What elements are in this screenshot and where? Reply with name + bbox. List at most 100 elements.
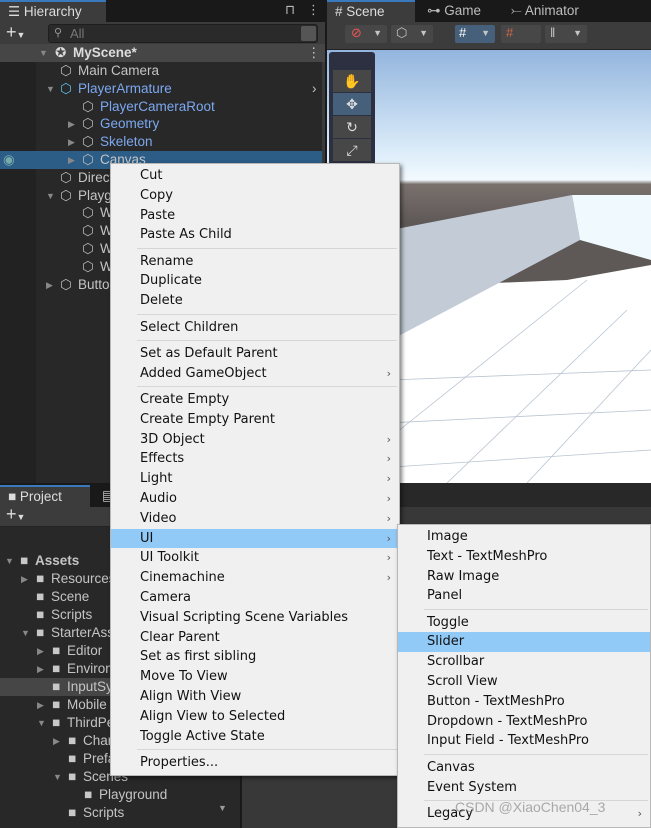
menu-item[interactable]: Properties... [111,753,399,773]
project-item[interactable]: ■ Scripts [0,804,240,822]
scroll-down-icon[interactable]: ▼ [218,803,227,813]
add-button[interactable]: +▼ [6,22,25,43]
grid-snap-button[interactable]: # ▼ [455,25,495,43]
menu-item[interactable]: Rename [111,252,399,272]
menu-item[interactable]: Audio › [111,489,399,509]
menu-item[interactable]: Toggle Active State [111,727,399,747]
folder-icon: ■ [68,805,77,820]
menu-item[interactable]: Select Children [111,318,399,338]
gameobject-icon: ⬡ [82,152,94,167]
expanded-arrow-icon[interactable]: ▼ [46,187,55,205]
submenu-arrow-icon: › [386,511,391,525]
hierarchy-item[interactable]: ⬡ PlayerCameraRoot [0,98,325,116]
visibility-eye-icon[interactable]: ◉ [3,151,15,169]
collapsed-arrow-icon[interactable]: ▶ [37,660,44,678]
menu-item[interactable]: Effects › [111,449,399,469]
scene-header[interactable]: ▼ ✪ MyScene* ⋮ [0,44,325,62]
create-button[interactable]: +▼ [6,504,25,525]
scene-menu-icon[interactable]: ⋮ [307,44,321,62]
tab-animator[interactable]: ⤚ Animator [503,0,587,22]
menu-item[interactable]: Slider [398,632,650,653]
tab-game[interactable]: ⊶ Game [419,0,489,22]
menu-item[interactable]: Light › [111,469,399,489]
expanded-arrow-icon[interactable]: ▼ [53,768,62,786]
menu-item[interactable]: Scrollbar [398,652,650,672]
expanded-arrow-icon[interactable]: ▼ [46,80,55,98]
menu-item[interactable]: Event System [398,778,650,798]
search-input[interactable]: ⚲ All [48,24,318,43]
hierarchy-item[interactable]: ▼ ⬡ PlayerArmature › [0,80,325,98]
menu-item[interactable]: Panel [398,586,650,606]
expanded-arrow-icon[interactable]: ▼ [21,624,30,642]
menu-item[interactable]: UI Toolkit › [111,548,399,568]
draw-mode-button[interactable]: ⬡ ▼ [391,25,433,43]
menu-item[interactable]: Set as Default Parent [111,344,399,364]
collapsed-arrow-icon[interactable]: ▶ [53,732,60,750]
collapsed-arrow-icon[interactable]: ▶ [68,151,75,169]
tab-hierarchy[interactable]: ☰ Hierarchy [0,0,106,22]
gameobject-icon: ⬡ [60,276,72,292]
menu-item[interactable]: Text - TextMeshPro [398,547,650,567]
snap-button[interactable]: # [501,25,541,43]
menu-item[interactable]: Video › [111,509,399,529]
scale-tool[interactable]: ⤢ [333,139,371,161]
menu-item[interactable]: Visual Scripting Scene Variables [111,608,399,628]
collapsed-arrow-icon[interactable]: ▶ [68,115,75,133]
gamepad-icon: ⊶ [427,3,445,18]
menu-item[interactable]: Input Field - TextMeshPro [398,731,650,751]
folder-icon: ■ [68,751,77,766]
collapsed-arrow-icon[interactable]: ▶ [68,133,75,151]
collapsed-arrow-icon[interactable]: ▶ [37,696,44,714]
increment-snap-button[interactable]: ‖ ▼ [545,25,587,43]
menu-item[interactable]: Copy [111,186,399,206]
gizmo-mode-button[interactable]: ⊘ ▼ [345,25,387,43]
search-by-type-icon[interactable] [301,26,316,41]
submenu-arrow-icon: › [386,491,391,505]
expanded-arrow-icon[interactable]: ▼ [5,552,14,570]
menu-item[interactable]: Toggle [398,613,650,633]
menu-item[interactable]: 3D Object › [111,430,399,450]
menu-item[interactable]: Scroll View [398,672,650,692]
collapse-arrow-icon[interactable]: ▼ [39,44,48,62]
menu-item[interactable]: Clear Parent [111,628,399,648]
open-prefab-icon[interactable]: › [312,80,317,98]
collapsed-arrow-icon[interactable]: ▶ [46,276,53,294]
menu-item[interactable]: Set as first sibling [111,647,399,667]
menu-item[interactable]: Dropdown - TextMeshPro [398,712,650,732]
hierarchy-item[interactable]: ▶ ⬡ Skeleton [0,133,325,151]
menu-item[interactable]: Raw Image [398,567,650,587]
menu-item[interactable]: Move To View [111,667,399,687]
move-icon: ✥ [346,96,358,112]
more-icon[interactable]: ⋮ [307,2,320,18]
menu-item[interactable]: Paste As Child [111,225,399,245]
menu-item[interactable]: Delete [111,291,399,311]
gameobject-icon: ⬡ [60,169,72,185]
menu-item[interactable]: Duplicate [111,271,399,291]
expanded-arrow-icon[interactable]: ▼ [37,714,46,732]
submenu-arrow-icon: › [386,472,391,486]
collapsed-arrow-icon[interactable]: ▶ [21,570,28,588]
menu-item[interactable]: Cut [111,166,399,186]
menu-item[interactable]: Create Empty [111,390,399,410]
tab-scene[interactable]: # Scene [327,0,415,22]
menu-item[interactable]: Align View to Selected [111,707,399,727]
menu-item[interactable]: Canvas [398,758,650,778]
hierarchy-item[interactable]: ▶ ⬡ Geometry [0,115,325,133]
menu-item[interactable]: Create Empty Parent [111,410,399,430]
hand-tool[interactable]: ✋ [333,70,371,92]
rotate-tool[interactable]: ↻ [333,116,371,138]
menu-item[interactable]: Cinemachine › [111,568,399,588]
move-tool[interactable]: ✥ [333,93,371,115]
menu-item[interactable]: Align With View [111,687,399,707]
menu-item[interactable]: Added GameObject › [111,364,399,384]
menu-item[interactable]: UI › [111,528,399,549]
menu-item[interactable]: Paste [111,206,399,226]
project-item[interactable]: ■ Playground [0,786,240,804]
collapsed-arrow-icon[interactable]: ▶ [37,642,44,660]
menu-item[interactable]: Button - TextMeshPro [398,692,650,712]
lock-icon[interactable]: ⊓ [285,2,295,18]
hierarchy-item[interactable]: ⬡ Main Camera [0,62,325,80]
menu-item[interactable]: Camera [111,588,399,608]
menu-item[interactable]: Image [398,527,650,547]
grid-icon: # [459,25,467,40]
